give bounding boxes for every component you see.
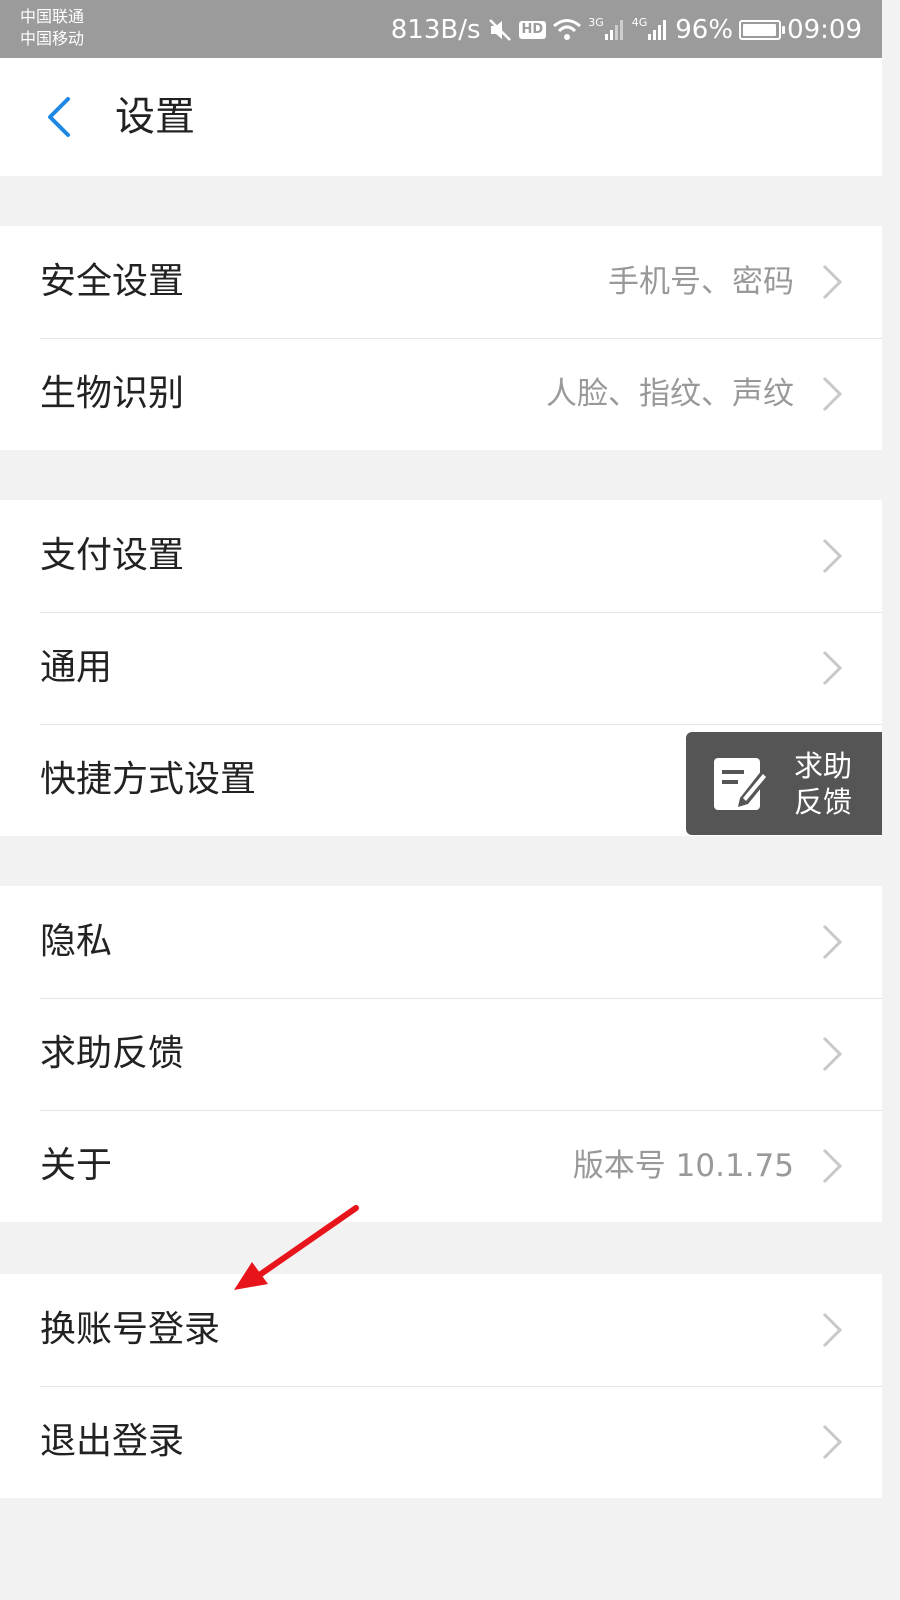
settings-item-security[interactable]: 安全设置 手机号、密码 <box>0 226 882 338</box>
chevron-right-icon <box>822 538 843 574</box>
carrier-1-label: 中国联通 <box>20 7 85 26</box>
settings-item-help-feedback[interactable]: 求助反馈 <box>0 998 882 1110</box>
chevron-right-icon <box>822 1148 843 1184</box>
chevron-right-icon <box>822 1424 843 1460</box>
battery-fill <box>743 24 777 36</box>
edit-note-icon <box>714 758 770 810</box>
settings-item-about[interactable]: 关于 版本号 10.1.75 <box>0 1110 882 1222</box>
signal-3g-label: 3G <box>588 15 604 29</box>
settings-item-label: 换账号登录 <box>40 1309 221 1350</box>
settings-item-label: 快捷方式设置 <box>40 759 257 800</box>
title-bar: 设置 <box>0 58 882 176</box>
settings-item-privacy[interactable]: 隐私 <box>0 886 882 998</box>
settings-item-label: 求助反馈 <box>40 1033 185 1074</box>
settings-item-label: 退出登录 <box>40 1421 185 1462</box>
settings-item-value: 手机号、密码 <box>608 264 794 300</box>
floating-help-feedback-button[interactable]: 求助 反馈 <box>686 732 882 835</box>
floating-help-label-line2: 反馈 <box>794 785 853 819</box>
battery-icon <box>739 20 786 40</box>
chevron-right-icon <box>822 650 843 686</box>
settings-group-about: 隐私 求助反馈 关于 版本号 10.1.75 <box>0 886 882 1222</box>
settings-item-label: 生物识别 <box>40 373 185 414</box>
network-speed: 813B/s <box>390 15 481 45</box>
clock: 09:09 <box>787 15 862 45</box>
settings-item-payment[interactable]: 支付设置 <box>0 500 882 612</box>
signal-4g-icon: 4G <box>631 15 670 41</box>
chevron-right-icon <box>822 1036 843 1072</box>
settings-item-switch-account[interactable]: 换账号登录 <box>0 1274 882 1386</box>
chevron-right-icon <box>822 924 843 960</box>
settings-item-label: 关于 <box>40 1145 113 1186</box>
annotation-arrow-icon <box>234 1205 359 1290</box>
battery-percent: 96% <box>675 15 734 45</box>
page-title: 设置 <box>115 94 195 140</box>
back-button[interactable] <box>34 92 84 142</box>
settings-item-biometrics[interactable]: 生物识别 人脸、指纹、声纹 <box>0 338 882 450</box>
settings-item-general[interactable]: 通用 <box>0 612 882 724</box>
chevron-right-icon <box>822 1312 843 1348</box>
wifi-icon <box>552 18 582 42</box>
settings-item-value: 人脸、指纹、声纹 <box>546 376 794 412</box>
status-bar: 中国联通 中国移动 813B/s HD 3G 4G 96% 09:09 <box>0 0 882 58</box>
settings-group-account-security: 安全设置 手机号、密码 生物识别 人脸、指纹、声纹 <box>0 226 882 450</box>
carrier-info: 中国联通 中国移动 <box>20 6 84 50</box>
carrier-2-label: 中国移动 <box>20 29 85 48</box>
status-indicators: 813B/s HD 3G 4G 96% 09:09 <box>391 10 862 50</box>
settings-group-account: 换账号登录 退出登录 <box>0 1274 882 1498</box>
version-value: 版本号 10.1.75 <box>572 1148 794 1184</box>
settings-item-logout[interactable]: 退出登录 <box>0 1386 882 1498</box>
hd-badge: HD <box>518 21 547 39</box>
settings-item-label: 隐私 <box>40 921 113 962</box>
chevron-left-icon <box>48 97 70 137</box>
floating-help-label: 求助 反馈 <box>794 748 864 820</box>
signal-4g-label: 4G <box>631 15 648 29</box>
chevron-right-icon <box>822 264 843 300</box>
chevron-right-icon <box>822 376 843 412</box>
settings-item-label: 安全设置 <box>40 261 185 302</box>
floating-help-label-line1: 求助 <box>794 749 853 783</box>
settings-item-label: 支付设置 <box>40 535 185 576</box>
mute-icon <box>487 17 513 43</box>
signal-3g-icon: 3G <box>588 15 626 41</box>
settings-item-label: 通用 <box>40 647 113 688</box>
